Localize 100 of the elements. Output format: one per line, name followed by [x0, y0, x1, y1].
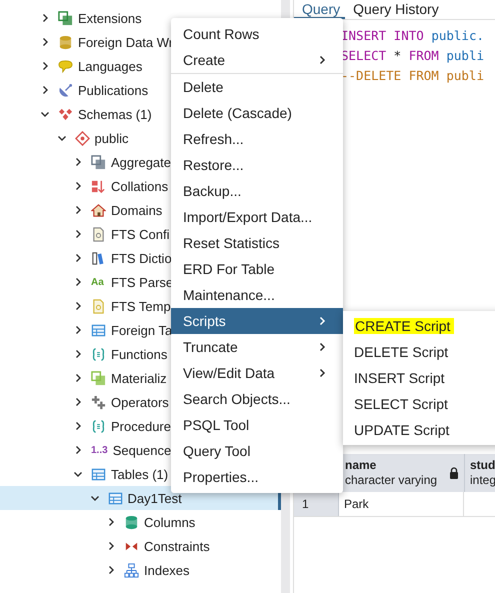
tree-item-label: Functions	[111, 346, 168, 362]
tree-item-label: FTS Confi	[111, 226, 170, 242]
chevron-down-icon[interactable]	[90, 493, 100, 503]
chevron-right-icon[interactable]	[40, 61, 50, 71]
menu-item[interactable]: Reset Statistics	[171, 230, 343, 256]
menu-item[interactable]: UPDATE Script	[343, 417, 495, 443]
tree-item-label: Domains	[111, 202, 162, 218]
code-line: --DELETE FROM publi	[341, 67, 485, 85]
tree-item-label: Foreign Ta	[111, 322, 172, 338]
tree-item[interactable]: Columns	[0, 510, 281, 534]
menu-item[interactable]: Delete	[171, 74, 343, 100]
tree-item-label: Sequence	[112, 442, 172, 458]
tree-item-label: Schemas (1)	[78, 106, 152, 122]
tree-item-label: Procedure	[111, 418, 171, 434]
column-icon	[124, 514, 139, 530]
menu-item[interactable]: CREATE Script	[343, 313, 495, 339]
tree-item[interactable]: Constraints	[0, 534, 281, 558]
table-icon	[108, 490, 122, 506]
chevron-right-icon[interactable]	[73, 205, 83, 215]
chevron-right-icon[interactable]	[106, 565, 116, 575]
chevron-right-icon[interactable]	[73, 181, 83, 191]
chevron-right-icon[interactable]	[73, 229, 83, 239]
column-name: name	[345, 458, 378, 473]
tree-item[interactable]: Indexes	[0, 558, 281, 582]
chevron-right-icon[interactable]	[40, 13, 50, 23]
code-line: INSERT INTO public.	[341, 27, 486, 45]
sort-arrow-icon	[91, 178, 106, 194]
satellite-dish-icon	[58, 82, 73, 98]
chevron-right-icon[interactable]	[106, 541, 116, 551]
stacked-squares-icon	[91, 370, 106, 386]
menu-item[interactable]: Maintenance...	[171, 282, 343, 308]
chevron-right-icon[interactable]	[73, 325, 83, 335]
chevron-right-icon[interactable]	[73, 421, 83, 431]
menu-item[interactable]: DELETE Script	[343, 339, 495, 365]
tree-item-label: Materializ	[111, 370, 167, 386]
menu-item[interactable]: Restore...	[171, 152, 343, 178]
tree-item-label: Columns	[144, 514, 196, 530]
braces-icon	[91, 346, 106, 362]
chevron-right-icon[interactable]	[73, 157, 83, 167]
tree-item-label: Aggregate	[111, 154, 171, 170]
menu-item[interactable]: Scripts	[171, 308, 343, 334]
tree-item-label: Tables (1)	[111, 466, 168, 482]
text-icon: Aa	[91, 276, 106, 288]
chevron-right-icon[interactable]	[73, 397, 83, 407]
tree-item-label: Languages	[78, 58, 142, 74]
menu-item[interactable]: SELECT Script	[343, 391, 495, 417]
hierarchy-icon	[124, 562, 139, 578]
tab[interactable]: Query History	[345, 0, 444, 19]
diamond-icon	[74, 130, 90, 146]
tree-item-label: Extensions	[78, 10, 142, 26]
chevron-right-icon[interactable]	[73, 277, 83, 287]
lock-icon	[449, 467, 459, 479]
chevron-down-icon[interactable]	[73, 469, 83, 479]
house-icon	[91, 202, 106, 218]
column-type: integ	[470, 473, 495, 488]
chevron-right-icon	[317, 316, 327, 326]
chevron-right-icon	[317, 55, 327, 65]
code-line: SELECT * FROM publi	[341, 47, 485, 65]
document-icon	[91, 226, 106, 242]
stacked-squares-icon	[58, 10, 73, 26]
tree-item-label: FTS Temp	[111, 298, 171, 314]
chevron-right-icon	[317, 342, 327, 352]
chevron-right-icon[interactable]	[40, 85, 50, 95]
menu-item[interactable]: PSQL Tool	[171, 412, 343, 438]
menu-item[interactable]: Delete (Cascade)	[171, 100, 343, 126]
chevron-right-icon[interactable]	[106, 517, 116, 527]
menu-item[interactable]: INSERT Script	[343, 365, 495, 391]
chevron-right-icon[interactable]	[73, 349, 83, 359]
table-icon	[91, 466, 106, 482]
tree-item-label: Foreign Data Wr	[78, 34, 174, 50]
tree-item-label: Day1Test	[128, 490, 182, 506]
menu-item[interactable]: Import/Export Data...	[171, 204, 343, 230]
tree-item-label: public	[94, 130, 128, 146]
menu-item[interactable]: Backup...	[171, 178, 343, 204]
tree-item-label: Operators	[111, 394, 169, 410]
tree-item-label: Publications	[78, 82, 148, 98]
column-name: stud	[470, 458, 495, 473]
chevron-right-icon[interactable]	[73, 445, 83, 455]
menu-item[interactable]: Truncate	[171, 334, 343, 360]
column-header[interactable]: stud integ	[465, 454, 495, 492]
menu-item[interactable]: Refresh...	[171, 126, 343, 152]
chevron-right-icon[interactable]	[73, 253, 83, 263]
speech-bubble-icon	[58, 58, 73, 74]
menu-item[interactable]: View/Edit Data	[171, 360, 343, 386]
row-number: 1	[294, 492, 339, 516]
tree-item-label: Constraints	[144, 538, 210, 554]
column-type: character varying	[345, 473, 438, 488]
chevron-down-icon[interactable]	[56, 133, 66, 143]
menu-item[interactable]: Search Objects...	[171, 386, 343, 412]
chevron-right-icon	[317, 368, 327, 378]
menu-item[interactable]: ERD For Table	[171, 256, 343, 282]
chevron-right-icon[interactable]	[73, 301, 83, 311]
menu-item[interactable]: Query Tool	[171, 438, 343, 464]
menu-item[interactable]: Create	[171, 47, 343, 74]
tree-item-label: FTS Dictio	[111, 250, 172, 266]
chevron-right-icon[interactable]	[40, 37, 50, 47]
chevron-right-icon[interactable]	[73, 373, 83, 383]
plus-shapes-icon	[91, 394, 106, 410]
document-search-icon	[91, 298, 106, 314]
chevron-down-icon[interactable]	[40, 109, 50, 119]
